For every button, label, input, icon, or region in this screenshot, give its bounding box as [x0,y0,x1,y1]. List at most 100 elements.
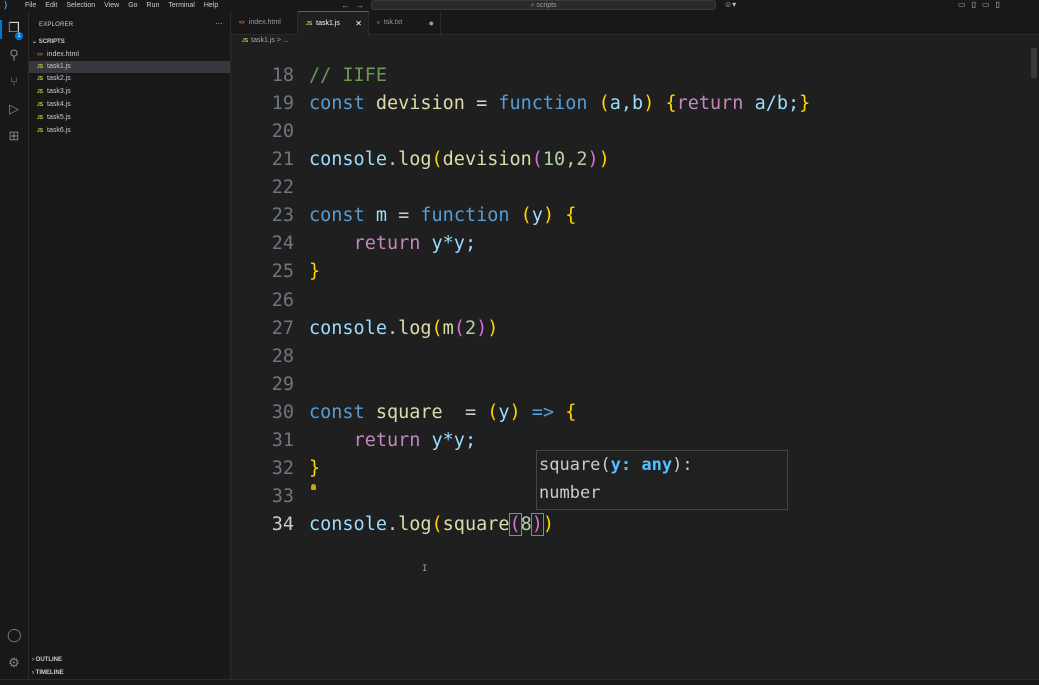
code-text: return y*y; [353,233,477,254]
menu-edit[interactable]: Edit [45,1,57,10]
layout-icon[interactable]: ▭ [958,0,972,9]
tab-tsk-txt[interactable]: ≡ tsk.txt ● [369,11,441,35]
html-file-icon: <> [37,52,43,58]
code-text: console.log(square(8)) [309,513,555,536]
editor-scrollbar[interactable] [1031,48,1037,78]
breadcrumb-more[interactable]: ... [283,37,289,44]
file-item-task2-js[interactable]: JS task2.js [29,73,230,85]
explorer-title: EXPLORER [39,22,74,28]
file-item-index-html[interactable]: <> index.html [29,49,230,61]
parameter-hint-popup: square(y: any): number [536,450,788,510]
active-indicator [0,20,2,39]
code-text: console.log(m(2)) [309,318,499,339]
line-number: 22 [271,177,294,198]
js-file-icon: JS [306,21,313,27]
vscode-logo-icon: ⟩ [4,0,8,10]
explorer-sidebar: EXPLORER ··· ⌄ SCRIPTS <> index.html JS ta… [29,11,231,684]
js-file-icon: JS [37,102,44,108]
js-file-icon: JS [37,128,44,134]
line-number: 26 [271,290,294,311]
unsaved-dot-icon[interactable]: ● [429,11,434,35]
file-name: task1.js [47,63,71,70]
signature-line: square(y: any): [539,455,693,475]
html-file-icon: <> [239,20,245,26]
activity-bar: ❐ 1 ⚲ ⑂ ▷ ⊞ ◯ ⚙ [0,11,29,684]
lightbulb-icon[interactable] [311,484,316,490]
tab-label: index.html [248,19,281,26]
copilot-icon[interactable]: ☺▾ [724,0,736,9]
line-number: 18 [271,65,294,86]
code-comment: // IIFE [309,65,387,86]
timeline-section[interactable]: › TIMELINE [32,670,64,676]
return-type-line: number [539,483,601,503]
code-text: return y*y; [353,430,477,451]
file-name: task3.js [47,88,71,95]
tab-task1-js[interactable]: JS task1.js ✕ [298,11,369,35]
source-control-icon[interactable]: ⑂ [7,75,21,89]
line-number: 34 [271,514,294,535]
file-name: task5.js [47,114,71,121]
breadcrumb-separator: > [276,37,281,44]
line-number: 24 [271,233,294,254]
line-number: 21 [271,149,294,170]
menu-go[interactable]: Go [128,1,137,10]
line-number: 20 [271,121,294,142]
line-number: 30 [271,402,294,423]
navigation-buttons: ←→ [341,0,369,10]
file-item-task6-js[interactable]: JS task6.js [29,125,230,137]
status-bar [0,679,1039,685]
outline-label: OUTLINE [35,657,63,663]
chevron-down-icon: ⌄ [32,39,39,45]
file-name: index.html [47,51,79,58]
run-debug-icon[interactable]: ▷ [7,102,21,116]
extensions-icon[interactable]: ⊞ [7,129,21,143]
js-file-icon: JS [37,115,44,121]
tab-index-html[interactable]: <> index.html [231,11,298,35]
js-file-icon: JS [242,38,249,44]
menu-terminal[interactable]: Terminal [168,1,194,10]
line-number: 19 [271,93,294,114]
secondary-sidebar-icon[interactable]: ▯ [996,0,1006,9]
file-item-task5-js[interactable]: JS task5.js [29,112,230,124]
menu-view[interactable]: View [104,1,119,10]
file-item-task1-js[interactable]: JS task1.js [29,61,230,73]
settings-gear-icon[interactable]: ⚙ [7,656,21,670]
account-icon[interactable]: ◯ [7,628,22,642]
file-item-task4-js[interactable]: JS task4.js [29,99,230,111]
folder-scripts[interactable]: ⌄ SCRIPTS [32,38,65,45]
line-number: 25 [271,261,294,282]
search-icon[interactable]: ⚲ [7,48,21,62]
command-center-search[interactable]: ⌕ scripts [371,0,716,10]
line-number: 28 [271,346,294,367]
code-editor[interactable]: 17 18// IIFE 19 const devision = function… [231,47,1039,679]
menu-file[interactable]: File [25,1,36,10]
menu-help[interactable]: Help [204,1,218,10]
code-text: } [309,261,321,282]
outline-section[interactable]: › OUTLINE [32,657,62,663]
code-text: } [309,458,321,479]
code-text: const m = function (y) { [309,205,577,226]
file-item-task3-js[interactable]: JS task3.js [29,86,230,98]
menu-selection[interactable]: Selection [66,1,95,10]
file-name: task2.js [47,75,71,82]
sidebar-toggle-icon[interactable]: ▯ [972,0,982,9]
line-number: 33 [271,486,294,507]
js-file-icon: JS [37,76,44,82]
js-file-icon: JS [37,64,44,70]
line-number: 23 [271,205,294,226]
back-arrow-icon[interactable]: ← [341,0,355,10]
explorer-badge: 1 [15,32,23,40]
window-controls: ▭▯▭▯ [958,0,1006,9]
menu-run[interactable]: Run [147,1,160,10]
more-actions-icon[interactable]: ··· [215,19,223,28]
file-name: task6.js [47,127,71,134]
text-file-icon: ≡ [377,20,380,26]
breadcrumb-file[interactable]: task1.js [251,37,275,44]
close-tab-icon[interactable]: ✕ [355,12,362,36]
panel-toggle-icon[interactable]: ▭ [982,0,996,9]
file-name: task4.js [47,101,71,108]
forward-arrow-icon[interactable]: → [355,0,369,10]
code-text: console.log(devision(10,2)) [309,149,610,170]
code-text: const devision = function (a,b) {return … [309,93,811,114]
timeline-label: TIMELINE [35,670,64,676]
